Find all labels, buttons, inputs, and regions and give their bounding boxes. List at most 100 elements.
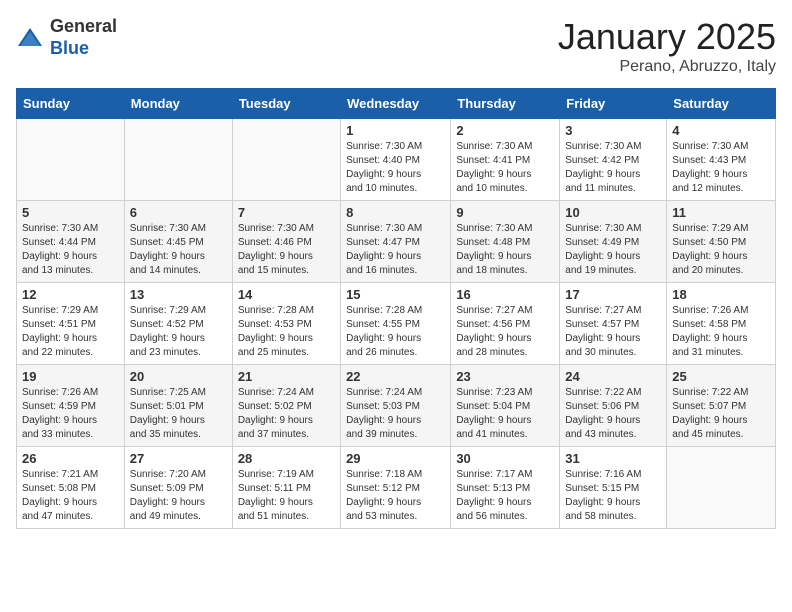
day-info: Sunrise: 7:20 AM Sunset: 5:09 PM Dayligh… bbox=[130, 468, 227, 524]
calendar-day: 27 Sunrise: 7:20 AM Sunset: 5:09 PM Dayli… bbox=[124, 447, 232, 529]
calendar-day: 28Sunrise: 7:19 AM Sunset: 5:11 PM Dayli… bbox=[232, 447, 340, 529]
day-info: Sunrise: 7:30 AM Sunset: 4:46 PM Dayligh… bbox=[238, 222, 335, 278]
day-number: 14 bbox=[238, 287, 335, 302]
calendar-day: 21 Sunrise: 7:24 AM Sunset: 5:02 PM Dayli… bbox=[232, 365, 340, 447]
day-number: 27 bbox=[130, 451, 227, 466]
calendar-day: 23Sunrise: 7:23 AM Sunset: 5:04 PM Dayli… bbox=[451, 365, 560, 447]
day-number: 13 bbox=[130, 287, 227, 302]
weekday-header-friday: Friday bbox=[560, 89, 667, 119]
day-info: Sunrise: 7:26 AM Sunset: 4:59 PM Dayligh… bbox=[22, 386, 119, 442]
day-number: 10 bbox=[565, 205, 661, 220]
day-info: Sunrise: 7:30 AM Sunset: 4:42 PM Dayligh… bbox=[565, 140, 661, 196]
calendar-day: 13 Sunrise: 7:29 AM Sunset: 4:52 PM Dayli… bbox=[124, 283, 232, 365]
location: Perano, Abruzzo, Italy bbox=[558, 58, 776, 76]
calendar-day bbox=[124, 119, 232, 201]
day-info: Sunrise: 7:26 AM Sunset: 4:58 PM Dayligh… bbox=[672, 304, 770, 360]
day-number: 16 bbox=[456, 287, 554, 302]
calendar-day: 17 Sunrise: 7:27 AM Sunset: 4:57 PM Dayli… bbox=[560, 283, 667, 365]
day-number: 3 bbox=[565, 123, 661, 138]
day-number: 21 bbox=[238, 369, 335, 384]
day-number: 5 bbox=[22, 205, 119, 220]
page-header: General Blue January 2025 Perano, Abruzz… bbox=[16, 16, 776, 76]
weekday-header-saturday: Saturday bbox=[667, 89, 776, 119]
calendar-week-3: 12 Sunrise: 7:29 AM Sunset: 4:51 PM Dayli… bbox=[17, 283, 776, 365]
day-info: Sunrise: 7:21 AM Sunset: 5:08 PM Dayligh… bbox=[22, 468, 119, 524]
day-info: Sunrise: 7:28 AM Sunset: 4:53 PM Dayligh… bbox=[238, 304, 335, 360]
calendar-day: 15 Sunrise: 7:28 AM Sunset: 4:55 PM Dayli… bbox=[341, 283, 451, 365]
day-info: Sunrise: 7:30 AM Sunset: 4:40 PM Dayligh… bbox=[346, 140, 445, 196]
weekday-header-thursday: Thursday bbox=[451, 89, 560, 119]
calendar-day: 26 Sunrise: 7:21 AM Sunset: 5:08 PM Dayli… bbox=[17, 447, 125, 529]
day-number: 17 bbox=[565, 287, 661, 302]
calendar-day: 20Sunrise: 7:25 AM Sunset: 5:01 PM Dayli… bbox=[124, 365, 232, 447]
day-number: 19 bbox=[22, 369, 119, 384]
calendar-day: 18 Sunrise: 7:26 AM Sunset: 4:58 PM Dayli… bbox=[667, 283, 776, 365]
day-number: 24 bbox=[565, 369, 661, 384]
calendar-day: 6Sunrise: 7:30 AM Sunset: 4:45 PM Daylig… bbox=[124, 201, 232, 283]
calendar-day: 12 Sunrise: 7:29 AM Sunset: 4:51 PM Dayli… bbox=[17, 283, 125, 365]
logo-text: General Blue bbox=[50, 16, 117, 59]
month-year: January 2025 bbox=[558, 16, 776, 58]
calendar-day: 1 Sunrise: 7:30 AM Sunset: 4:40 PM Daylig… bbox=[341, 119, 451, 201]
calendar-week-4: 19 Sunrise: 7:26 AM Sunset: 4:59 PM Dayli… bbox=[17, 365, 776, 447]
day-info: Sunrise: 7:17 AM Sunset: 5:13 PM Dayligh… bbox=[456, 468, 554, 524]
weekday-header-row: SundayMondayTuesdayWednesdayThursdayFrid… bbox=[17, 89, 776, 119]
day-info: Sunrise: 7:22 AM Sunset: 5:06 PM Dayligh… bbox=[565, 386, 661, 442]
day-info: Sunrise: 7:24 AM Sunset: 5:02 PM Dayligh… bbox=[238, 386, 335, 442]
calendar-day bbox=[667, 447, 776, 529]
day-info: Sunrise: 7:24 AM Sunset: 5:03 PM Dayligh… bbox=[346, 386, 445, 442]
weekday-header-tuesday: Tuesday bbox=[232, 89, 340, 119]
calendar-day: 8 Sunrise: 7:30 AM Sunset: 4:47 PM Daylig… bbox=[341, 201, 451, 283]
day-info: Sunrise: 7:27 AM Sunset: 4:56 PM Dayligh… bbox=[456, 304, 554, 360]
weekday-header-wednesday: Wednesday bbox=[341, 89, 451, 119]
day-info: Sunrise: 7:30 AM Sunset: 4:43 PM Dayligh… bbox=[672, 140, 770, 196]
day-info: Sunrise: 7:18 AM Sunset: 5:12 PM Dayligh… bbox=[346, 468, 445, 524]
day-number: 15 bbox=[346, 287, 445, 302]
calendar-day: 10Sunrise: 7:30 AM Sunset: 4:49 PM Dayli… bbox=[560, 201, 667, 283]
calendar-day: 25 Sunrise: 7:22 AM Sunset: 5:07 PM Dayli… bbox=[667, 365, 776, 447]
day-number: 12 bbox=[22, 287, 119, 302]
calendar-day: 22Sunrise: 7:24 AM Sunset: 5:03 PM Dayli… bbox=[341, 365, 451, 447]
day-number: 18 bbox=[672, 287, 770, 302]
day-info: Sunrise: 7:29 AM Sunset: 4:51 PM Dayligh… bbox=[22, 304, 119, 360]
calendar-title: January 2025 Perano, Abruzzo, Italy bbox=[558, 16, 776, 76]
day-number: 28 bbox=[238, 451, 335, 466]
calendar-day: 5 Sunrise: 7:30 AM Sunset: 4:44 PM Daylig… bbox=[17, 201, 125, 283]
day-number: 25 bbox=[672, 369, 770, 384]
day-number: 1 bbox=[346, 123, 445, 138]
day-info: Sunrise: 7:25 AM Sunset: 5:01 PM Dayligh… bbox=[130, 386, 227, 442]
day-number: 31 bbox=[565, 451, 661, 466]
day-info: Sunrise: 7:23 AM Sunset: 5:04 PM Dayligh… bbox=[456, 386, 554, 442]
day-info: Sunrise: 7:28 AM Sunset: 4:55 PM Dayligh… bbox=[346, 304, 445, 360]
calendar-day: 19 Sunrise: 7:26 AM Sunset: 4:59 PM Dayli… bbox=[17, 365, 125, 447]
day-number: 9 bbox=[456, 205, 554, 220]
day-number: 4 bbox=[672, 123, 770, 138]
day-number: 8 bbox=[346, 205, 445, 220]
calendar-table: SundayMondayTuesdayWednesdayThursdayFrid… bbox=[16, 88, 776, 529]
day-info: Sunrise: 7:30 AM Sunset: 4:45 PM Dayligh… bbox=[130, 222, 227, 278]
calendar-day: 31Sunrise: 7:16 AM Sunset: 5:15 PM Dayli… bbox=[560, 447, 667, 529]
calendar-week-5: 26 Sunrise: 7:21 AM Sunset: 5:08 PM Dayli… bbox=[17, 447, 776, 529]
day-info: Sunrise: 7:30 AM Sunset: 4:48 PM Dayligh… bbox=[456, 222, 554, 278]
day-info: Sunrise: 7:30 AM Sunset: 4:44 PM Dayligh… bbox=[22, 222, 119, 278]
calendar-day: 3 Sunrise: 7:30 AM Sunset: 4:42 PM Daylig… bbox=[560, 119, 667, 201]
calendar-day: 4 Sunrise: 7:30 AM Sunset: 4:43 PM Daylig… bbox=[667, 119, 776, 201]
day-info: Sunrise: 7:30 AM Sunset: 4:47 PM Dayligh… bbox=[346, 222, 445, 278]
calendar-day bbox=[17, 119, 125, 201]
day-info: Sunrise: 7:22 AM Sunset: 5:07 PM Dayligh… bbox=[672, 386, 770, 442]
calendar-day: 29 Sunrise: 7:18 AM Sunset: 5:12 PM Dayli… bbox=[341, 447, 451, 529]
day-info: Sunrise: 7:27 AM Sunset: 4:57 PM Dayligh… bbox=[565, 304, 661, 360]
calendar-day: 24 Sunrise: 7:22 AM Sunset: 5:06 PM Dayli… bbox=[560, 365, 667, 447]
calendar-day: 30 Sunrise: 7:17 AM Sunset: 5:13 PM Dayli… bbox=[451, 447, 560, 529]
calendar-week-2: 5 Sunrise: 7:30 AM Sunset: 4:44 PM Daylig… bbox=[17, 201, 776, 283]
day-number: 26 bbox=[22, 451, 119, 466]
day-info: Sunrise: 7:30 AM Sunset: 4:41 PM Dayligh… bbox=[456, 140, 554, 196]
calendar-day: 16 Sunrise: 7:27 AM Sunset: 4:56 PM Dayli… bbox=[451, 283, 560, 365]
day-number: 30 bbox=[456, 451, 554, 466]
day-info: Sunrise: 7:29 AM Sunset: 4:52 PM Dayligh… bbox=[130, 304, 227, 360]
logo-general: General bbox=[50, 16, 117, 38]
day-number: 29 bbox=[346, 451, 445, 466]
calendar-day: 11Sunrise: 7:29 AM Sunset: 4:50 PM Dayli… bbox=[667, 201, 776, 283]
logo-icon bbox=[16, 24, 44, 52]
logo-blue: Blue bbox=[50, 38, 117, 60]
